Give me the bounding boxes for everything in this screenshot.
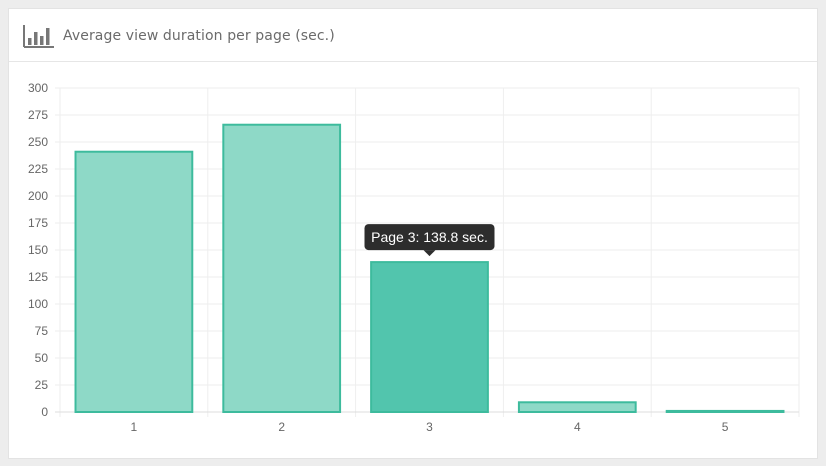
tooltip-text: Page 3: 138.8 sec. — [371, 229, 488, 245]
x-tick-label: 1 — [131, 420, 138, 434]
y-tick-label: 225 — [28, 162, 48, 176]
y-tick-label: 200 — [28, 189, 48, 203]
x-tick-label: 2 — [278, 420, 285, 434]
y-tick-label: 175 — [28, 216, 48, 230]
y-tick-label: 150 — [28, 243, 48, 257]
y-tick-label: 100 — [28, 297, 48, 311]
bar-3 — [370, 261, 489, 414]
bar-1 — [74, 150, 194, 413]
tooltip-caret — [423, 250, 436, 257]
bar-4 — [517, 401, 637, 413]
y-tick-label: 125 — [28, 270, 48, 284]
x-tick-label: 3 — [426, 420, 433, 434]
y-tick-label: 75 — [35, 324, 49, 338]
x-tick-label: 4 — [574, 420, 581, 434]
y-tick-label: 25 — [35, 378, 49, 392]
y-tick-label: 275 — [28, 108, 48, 122]
bar-5 — [665, 409, 785, 414]
y-tick-label: 250 — [28, 135, 48, 149]
x-tick-label: 5 — [722, 420, 729, 434]
bar-2 — [222, 123, 342, 413]
bar-chart: 0 25 50 75 100 125 150 175 200 225 250 275 300 1 2 3 4 5 P… — [28, 81, 800, 434]
y-tick-label: 300 — [28, 81, 48, 95]
y-tick-label: 50 — [35, 351, 49, 365]
y-tick-label: 0 — [41, 405, 48, 419]
